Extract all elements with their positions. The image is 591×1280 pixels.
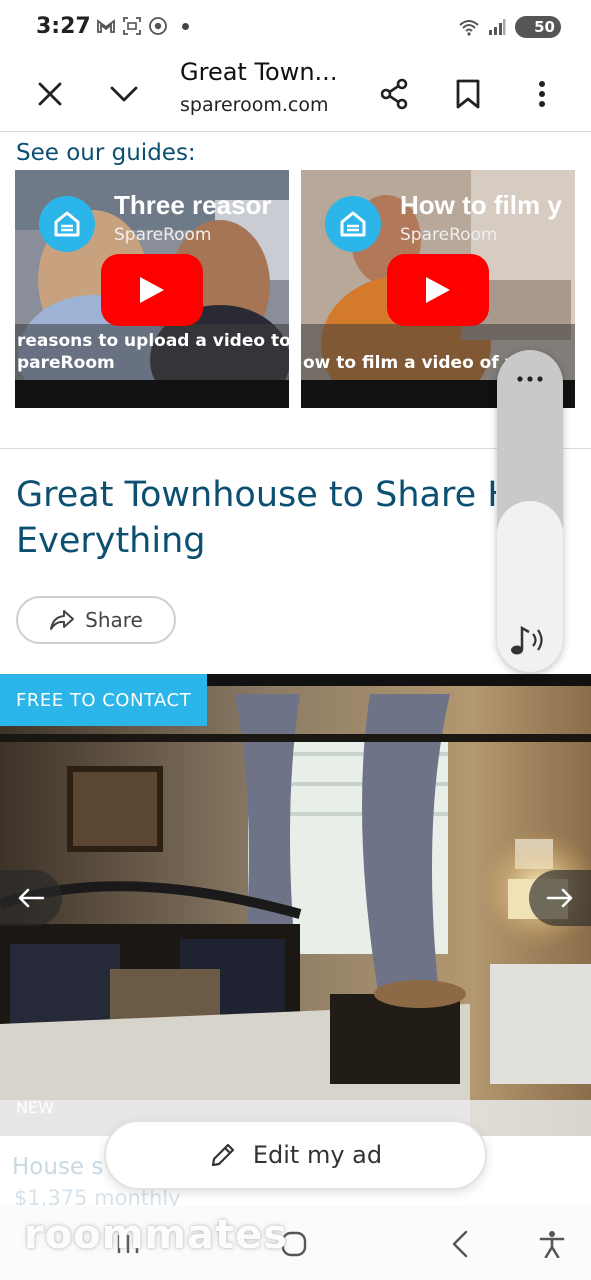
play-button[interactable]	[101, 254, 203, 326]
listing-photo[interactable]	[0, 674, 591, 1136]
spareroom-avatar	[39, 196, 95, 252]
page-url: spareroom.com	[180, 94, 329, 116]
new-badge: NEW	[16, 1098, 54, 1117]
video-title: How to film y	[400, 190, 562, 220]
close-icon	[38, 82, 62, 106]
accessibility-icon	[539, 1231, 565, 1258]
bookmark-button[interactable]	[444, 70, 492, 118]
music-volume-icon	[511, 625, 543, 655]
video-channel: SpareRoom	[400, 225, 498, 245]
signal-icon	[489, 19, 506, 35]
minimize-button[interactable]	[100, 70, 148, 118]
spareroom-logo-icon	[340, 211, 366, 237]
gmail-icon	[97, 19, 115, 33]
more-options-button[interactable]	[518, 70, 566, 118]
status-system-icons: 50	[459, 16, 561, 38]
listing-title: Great Townhouse to Share H Everything	[16, 472, 496, 564]
share-label: Share	[85, 608, 143, 632]
more-vert-icon	[539, 81, 545, 107]
video-channel: SpareRoom	[114, 225, 212, 245]
video-title: Three reasor	[114, 190, 272, 220]
caption-line-2-text: ow to film a video of yo	[303, 353, 528, 373]
page-title: Great Town...	[180, 58, 338, 86]
wifi-icon	[459, 20, 479, 36]
listing-title-line-1: Great Townhouse to Share H	[16, 475, 496, 515]
battery-level: 50	[534, 18, 555, 36]
status-notification-icons	[96, 16, 189, 36]
chevron-down-icon	[110, 86, 138, 102]
listing-title-line-2: Everything	[16, 521, 206, 561]
more-horiz-icon	[517, 376, 543, 382]
arrow-right-icon	[546, 888, 573, 908]
status-bar: 3:27 50	[0, 0, 591, 56]
video-caption: reasons to upload a video to pareRoom	[15, 324, 289, 380]
caption-line-1	[301, 330, 575, 352]
watermark-text: roommates	[24, 1212, 289, 1258]
close-button[interactable]	[26, 70, 74, 118]
edit-my-ad-button[interactable]: Edit my ad	[104, 1120, 487, 1190]
share-arrow-icon	[50, 610, 75, 630]
listing-card-title[interactable]: House s	[12, 1154, 103, 1180]
share-button[interactable]: Share	[16, 596, 176, 644]
play-button[interactable]	[387, 254, 489, 326]
back-button[interactable]	[438, 1222, 482, 1266]
play-icon	[140, 277, 164, 303]
volume-panel[interactable]	[497, 350, 563, 672]
share-page-button[interactable]	[370, 70, 418, 118]
bookmark-icon	[456, 79, 480, 109]
caption-line-1: reasons to upload a video to	[17, 331, 289, 351]
free-to-contact-badge: FREE TO CONTACT	[0, 674, 208, 726]
volume-more-button[interactable]	[497, 364, 563, 394]
play-icon	[426, 277, 450, 303]
video-card[interactable]: Three reasor SpareRoom reasons to upload…	[15, 170, 289, 408]
bedroom-photo	[0, 674, 591, 1136]
battery-icon: 50	[515, 16, 561, 38]
pencil-icon	[211, 1143, 234, 1167]
screenshot-icon	[123, 17, 141, 35]
notification-dot	[182, 22, 189, 30]
share-icon	[380, 78, 408, 110]
spareroom-logo-icon	[54, 211, 80, 237]
arrow-left-icon	[18, 888, 45, 908]
caption-line-2: pareRoom	[17, 353, 115, 373]
next-photo-button[interactable]	[529, 870, 591, 926]
back-icon	[452, 1230, 468, 1258]
edit-my-ad-label: Edit my ad	[252, 1141, 383, 1169]
spareroom-avatar	[325, 196, 381, 252]
prev-photo-button[interactable]	[0, 870, 62, 926]
accessibility-button[interactable]	[530, 1222, 574, 1266]
chrome-icon	[149, 17, 167, 35]
status-time: 3:27	[36, 14, 91, 39]
browser-toolbar: Great Town... spareroom.com	[0, 56, 591, 132]
guides-heading: See our guides:	[16, 140, 196, 166]
